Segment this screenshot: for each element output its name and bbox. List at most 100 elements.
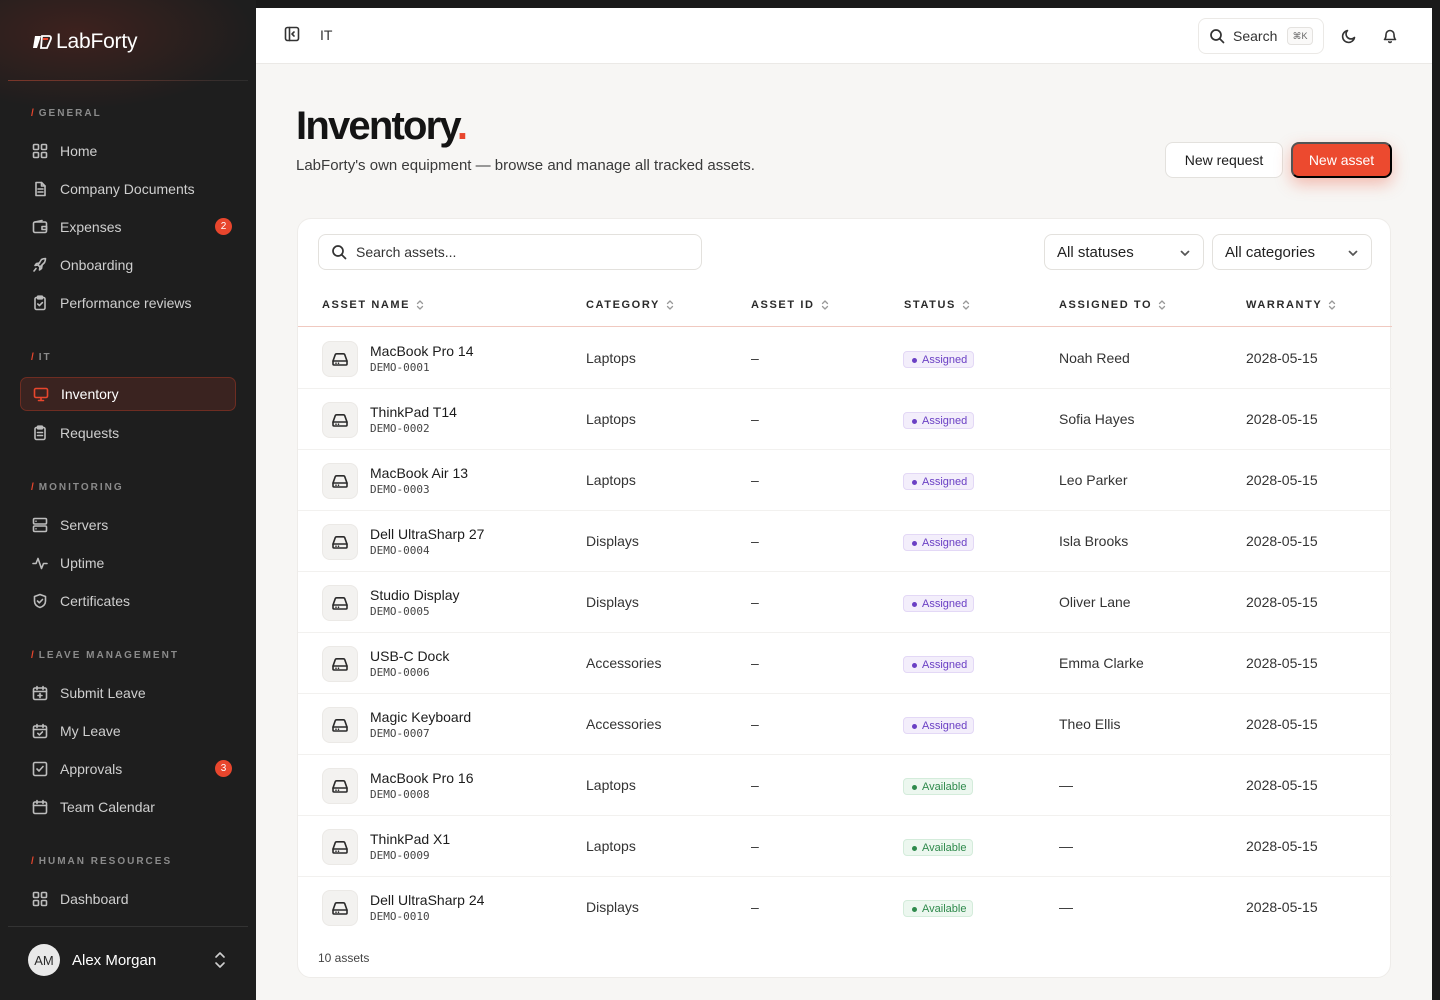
- status-badge: Assigned: [903, 412, 975, 429]
- status-badge: Assigned: [903, 351, 975, 368]
- sidebar-item-label: My Leave: [60, 723, 121, 739]
- hard-drive-icon: [322, 402, 358, 438]
- asset-name[interactable]: Dell UltraSharp 24: [370, 892, 484, 908]
- asset-category: Laptops: [586, 411, 636, 427]
- page-title: Inventory.: [296, 104, 468, 148]
- calendar-check-icon: [32, 723, 48, 739]
- global-search-button[interactable]: Search ⌘K: [1198, 18, 1324, 54]
- sidebar-item-uptime[interactable]: Uptime: [20, 546, 236, 580]
- sidebar-item-inventory[interactable]: Inventory: [20, 377, 236, 411]
- new-request-button[interactable]: New request: [1165, 142, 1283, 178]
- brand-logo[interactable]: LabForty: [32, 30, 137, 54]
- table-row[interactable]: Magic Keyboard DEMO-0007 Accessories – Assig…: [298, 694, 1392, 755]
- table-row[interactable]: MacBook Pro 16 DEMO-0008 Laptops – Available…: [298, 755, 1392, 816]
- status-badge: Assigned: [903, 656, 975, 673]
- hard-drive-icon: [322, 890, 358, 926]
- asset-id: –: [751, 716, 759, 732]
- assigned-to: Sofia Hayes: [1059, 411, 1135, 427]
- asset-category: Displays: [586, 594, 639, 610]
- asset-search-placeholder: Search assets...: [356, 244, 457, 260]
- sidebar-item-approvals[interactable]: Approvals 3: [20, 752, 236, 786]
- column-header-category[interactable]: CATEGORY: [586, 299, 674, 311]
- sidebar-item-my-leave[interactable]: My Leave: [20, 714, 236, 748]
- user-menu[interactable]: AM Alex Morgan: [28, 944, 156, 976]
- status-badge: Available: [903, 778, 974, 795]
- table-row[interactable]: USB-C Dock DEMO-0006 Accessories – Assigned E…: [298, 633, 1392, 694]
- sidebar-item-performance-reviews[interactable]: Performance reviews: [20, 286, 236, 320]
- chevron-up-down-icon[interactable]: [212, 950, 228, 970]
- table-row[interactable]: MacBook Pro 14 DEMO-0001 Laptops – Assigned N…: [298, 328, 1392, 389]
- check-square-icon: [32, 761, 48, 777]
- asset-search-input[interactable]: Search assets...: [318, 234, 702, 270]
- section-label-monitoring: / MONITORING: [31, 482, 124, 493]
- asset-name[interactable]: MacBook Pro 16: [370, 770, 474, 786]
- table-row[interactable]: ThinkPad X1 DEMO-0009 Laptops – Available — 20…: [298, 816, 1392, 877]
- assigned-to: Leo Parker: [1059, 472, 1128, 488]
- sidebar-item-team-calendar[interactable]: Team Calendar: [20, 790, 236, 824]
- column-header-asset-name[interactable]: ASSET NAME: [322, 299, 424, 311]
- category-filter-select[interactable]: All categories: [1212, 234, 1372, 270]
- breadcrumb[interactable]: IT: [320, 27, 332, 43]
- warranty-date: 2028-05-15: [1246, 655, 1318, 671]
- sidebar-item-dashboard[interactable]: Dashboard: [20, 882, 236, 916]
- asset-code: DEMO-0002: [370, 422, 430, 435]
- asset-name[interactable]: Studio Display: [370, 587, 460, 603]
- notifications-button[interactable]: [1380, 26, 1400, 46]
- column-header-warranty[interactable]: WARRANTY: [1246, 299, 1336, 311]
- asset-name[interactable]: USB-C Dock: [370, 648, 449, 664]
- asset-name[interactable]: Dell UltraSharp 27: [370, 526, 484, 542]
- sidebar-item-certificates[interactable]: Certificates: [20, 584, 236, 618]
- avatar: AM: [28, 944, 60, 976]
- assigned-to: —: [1059, 838, 1073, 854]
- asset-category: Accessories: [586, 655, 662, 671]
- sidebar-toggle-button[interactable]: [284, 26, 304, 46]
- status-badge: Assigned: [903, 717, 975, 734]
- sidebar-item-submit-leave[interactable]: Submit Leave: [20, 676, 236, 710]
- asset-name[interactable]: MacBook Air 13: [370, 465, 468, 481]
- status-filter-select[interactable]: All statuses: [1044, 234, 1204, 270]
- sidebar-item-requests[interactable]: Requests: [20, 416, 236, 450]
- sort-icon: [1329, 300, 1336, 310]
- warranty-date: 2028-05-15: [1246, 716, 1318, 732]
- user-divider: [8, 926, 248, 927]
- column-header-status[interactable]: STATUS: [904, 299, 970, 311]
- asset-name[interactable]: MacBook Pro 14: [370, 343, 474, 359]
- sidebar-item-expenses[interactable]: Expenses 2: [20, 210, 236, 244]
- warranty-date: 2028-05-15: [1246, 533, 1318, 549]
- table-row[interactable]: Dell UltraSharp 27 DEMO-0004 Displays – Assi…: [298, 511, 1392, 572]
- table-row[interactable]: MacBook Air 13 DEMO-0003 Laptops – Assigned L…: [298, 450, 1392, 511]
- asset-code: DEMO-0007: [370, 727, 430, 740]
- asset-id: –: [751, 533, 759, 549]
- assigned-to: Oliver Lane: [1059, 594, 1131, 610]
- table-row[interactable]: Studio Display DEMO-0005 Displays – Assigned…: [298, 572, 1392, 633]
- user-name: Alex Morgan: [72, 951, 157, 969]
- asset-category: Laptops: [586, 350, 636, 366]
- status-badge: Assigned: [903, 534, 975, 551]
- sidebar-item-label: Requests: [60, 425, 120, 441]
- theme-toggle-button[interactable]: [1339, 26, 1359, 46]
- section-label-it: / IT: [31, 352, 52, 363]
- sidebar-item-company-documents[interactable]: Company Documents: [20, 172, 236, 206]
- asset-code: DEMO-0001: [370, 361, 430, 374]
- column-header-assigned-to[interactable]: ASSIGNED TO: [1059, 299, 1166, 311]
- asset-id: –: [751, 899, 759, 915]
- new-asset-button[interactable]: New asset: [1291, 142, 1392, 178]
- table-row[interactable]: ThinkPad T14 DEMO-0002 Laptops – Assigned Sof…: [298, 389, 1392, 450]
- table-row[interactable]: Dell UltraSharp 24 DEMO-0010 Displays – Avai…: [298, 877, 1392, 938]
- sidebar-item-home[interactable]: Home: [20, 134, 236, 168]
- warranty-date: 2028-05-15: [1246, 472, 1318, 488]
- sidebar-item-label: Team Calendar: [60, 799, 155, 815]
- warranty-date: 2028-05-15: [1246, 838, 1318, 854]
- asset-name[interactable]: Magic Keyboard: [370, 709, 471, 725]
- sidebar-item-onboarding[interactable]: Onboarding: [20, 248, 236, 282]
- sidebar-item-label: Inventory: [61, 386, 119, 402]
- status-badge: Assigned: [903, 473, 975, 490]
- sidebar-item-servers[interactable]: Servers: [20, 508, 236, 542]
- asset-id: –: [751, 777, 759, 793]
- status-badge: Available: [903, 839, 974, 856]
- asset-name[interactable]: ThinkPad T14: [370, 404, 457, 420]
- column-header-asset-id[interactable]: ASSET ID: [751, 299, 829, 311]
- asset-name[interactable]: ThinkPad X1: [370, 831, 450, 847]
- search-shortcut: ⌘K: [1287, 27, 1313, 45]
- sort-icon: [666, 300, 674, 310]
